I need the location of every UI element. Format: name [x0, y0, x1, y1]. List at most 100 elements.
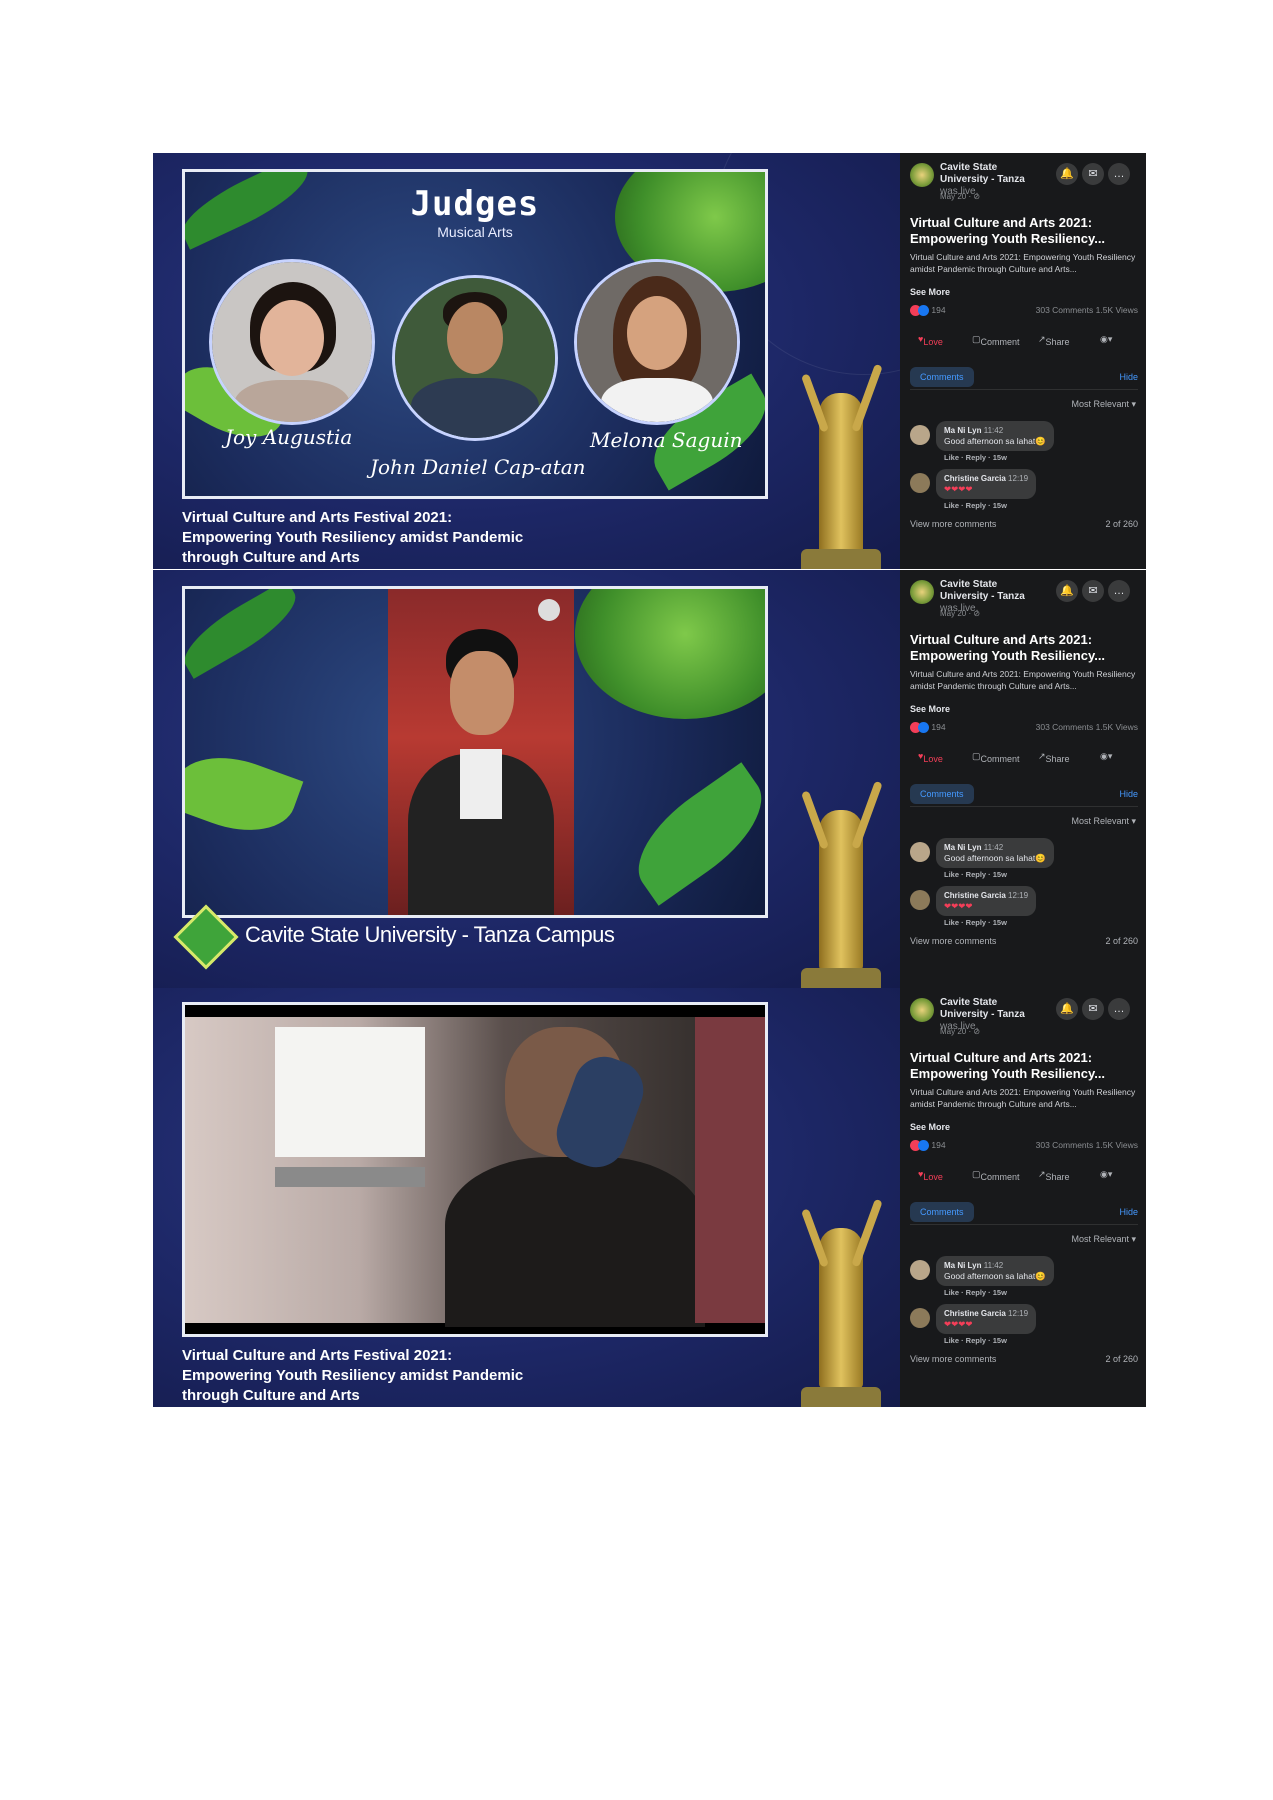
love-button[interactable]: ♥ Love	[918, 1169, 943, 1182]
comment-time: 11:42	[983, 426, 1004, 435]
comment-actions[interactable]: Like · Reply · 15w	[944, 1288, 1007, 1297]
hide-comments-link[interactable]: Hide	[1119, 789, 1138, 799]
commenter-avatar[interactable]	[910, 1260, 930, 1280]
like-reaction-icon	[918, 305, 929, 317]
festival-caption: Virtual Culture and Arts Festival 2021: …	[182, 508, 523, 568]
comment-actions[interactable]: Like · Reply · 15w	[944, 453, 1007, 462]
sort-dropdown[interactable]: Most Relevant ▾	[1071, 399, 1136, 410]
comment-author[interactable]: Christine Garcia	[944, 1309, 1006, 1318]
comments-tab-bar: Comments Hide	[910, 784, 1138, 807]
comment-text: Good afternoon sa lahat😊	[944, 853, 1046, 863]
sort-dropdown[interactable]: Most Relevant ▾	[1071, 816, 1136, 827]
reaction-count[interactable]: 194	[931, 1140, 945, 1150]
post-description: Virtual Culture and Arts 2021: Empowerin…	[910, 1087, 1136, 1109]
commenter-avatar[interactable]	[910, 842, 930, 862]
bell-icon[interactable]: 🔔	[1056, 998, 1078, 1020]
comment-count: 2 of 260	[1105, 936, 1138, 946]
post-actions: ♥ Love ▢ Comment ↗ Share ◉▾	[910, 748, 1138, 768]
comment-actions[interactable]: Like · Reply · 15w	[944, 918, 1007, 927]
comment-author[interactable]: Christine Garcia	[944, 474, 1006, 483]
screenshot-panel-2: Cavite State University - Tanza Campus C…	[153, 570, 1146, 988]
comment-actions[interactable]: Like · Reply · 15w	[944, 870, 1007, 879]
comment-time: 11:42	[983, 843, 1004, 852]
comments-tab-bar: Comments Hide	[910, 367, 1138, 390]
bell-icon[interactable]: 🔔	[1056, 580, 1078, 602]
view-more-link[interactable]: View more comments	[910, 936, 996, 946]
comment-button[interactable]: ▢ Comment	[972, 1169, 1020, 1182]
page-avatar[interactable]	[910, 580, 934, 604]
comment-text: ❤❤❤❤	[944, 901, 973, 911]
comment-author[interactable]: Ma Ni Lyn	[944, 426, 981, 435]
tree-decoration	[575, 589, 765, 719]
messenger-icon[interactable]: ✉	[1082, 580, 1104, 602]
comment-author[interactable]: Christine Garcia	[944, 891, 1006, 900]
love-button[interactable]: ♥ Love	[918, 751, 943, 764]
live-stream-view[interactable]: Cavite State University - Tanza Campus	[153, 570, 900, 988]
comment-actions[interactable]: Like · Reply · 15w	[944, 1336, 1007, 1345]
more-options-icon[interactable]: …	[1108, 163, 1130, 185]
comments-views-count[interactable]: 303 Comments 1.5K Views	[1036, 722, 1138, 732]
post-title: Virtual Culture and Arts 2021: Empowerin…	[910, 215, 1106, 246]
performer-frame	[182, 586, 768, 918]
profile-switch-icon[interactable]: ◉▾	[1100, 1169, 1112, 1180]
comment-bubble: Christine Garcia 12:19 ❤❤❤❤	[936, 886, 1037, 916]
commenter-avatar[interactable]	[910, 473, 930, 493]
live-stream-view[interactable]: Judges Musical Arts Joy Augustia John Da…	[153, 153, 900, 569]
judge-photo-3	[574, 259, 740, 425]
reaction-count[interactable]: 194	[931, 722, 945, 732]
comments-views-count[interactable]: 303 Comments 1.5K Views	[1036, 305, 1138, 315]
hide-comments-link[interactable]: Hide	[1119, 1207, 1138, 1217]
see-more-link[interactable]: See More	[910, 1122, 950, 1132]
sort-dropdown[interactable]: Most Relevant ▾	[1071, 1234, 1136, 1245]
bell-icon[interactable]: 🔔	[1056, 163, 1078, 185]
comment-time: 12:19	[1008, 1309, 1029, 1318]
more-options-icon[interactable]: …	[1108, 580, 1130, 602]
comment-time: 11:42	[983, 1261, 1004, 1270]
comments-tab-bar: Comments Hide	[910, 1202, 1138, 1225]
comment-count: 2 of 260	[1105, 519, 1138, 529]
tab-comments[interactable]: Comments	[910, 784, 974, 804]
comment-bubble: Ma Ni Lyn 11:42 Good afternoon sa lahat😊	[936, 421, 1054, 451]
love-button[interactable]: ♥ Love	[918, 334, 943, 347]
performer-video	[185, 1017, 765, 1327]
share-button[interactable]: ↗ Share	[1038, 334, 1070, 347]
comment-author[interactable]: Ma Ni Lyn	[944, 1261, 981, 1270]
share-button[interactable]: ↗ Share	[1038, 751, 1070, 764]
share-button[interactable]: ↗ Share	[1038, 1169, 1070, 1182]
see-more-link[interactable]: See More	[910, 704, 950, 714]
comments-views-count[interactable]: 303 Comments 1.5K Views	[1036, 1140, 1138, 1150]
comment-time: 12:19	[1008, 891, 1029, 900]
screenshot-panel-1: Judges Musical Arts Joy Augustia John Da…	[153, 153, 1146, 569]
judges-subtitle: Musical Arts	[437, 224, 513, 240]
commenter-avatar[interactable]	[910, 1308, 930, 1328]
messenger-icon[interactable]: ✉	[1082, 163, 1104, 185]
palm-leaf-decoration	[185, 740, 304, 848]
caption-line: through Culture and Arts	[182, 549, 360, 566]
commenter-avatar[interactable]	[910, 890, 930, 910]
messenger-icon[interactable]: ✉	[1082, 998, 1104, 1020]
view-more-link[interactable]: View more comments	[910, 1354, 996, 1364]
comment-button[interactable]: ▢ Comment	[972, 334, 1020, 347]
page-avatar[interactable]	[910, 998, 934, 1022]
comment-actions[interactable]: Like · Reply · 15w	[944, 501, 1007, 510]
tab-comments[interactable]: Comments	[910, 1202, 974, 1222]
tab-comments[interactable]: Comments	[910, 367, 974, 387]
more-options-icon[interactable]: …	[1108, 998, 1130, 1020]
comment-author[interactable]: Ma Ni Lyn	[944, 843, 981, 852]
profile-switch-icon[interactable]: ◉▾	[1100, 334, 1112, 345]
view-more-link[interactable]: View more comments	[910, 519, 996, 529]
profile-switch-icon[interactable]: ◉▾	[1100, 751, 1112, 762]
live-stream-view[interactable]: Virtual Culture and Arts Festival 2021: …	[153, 988, 900, 1407]
comment-button[interactable]: ▢ Comment	[972, 751, 1020, 764]
page-avatar[interactable]	[910, 163, 934, 187]
view-more-comments: View more comments 2 of 260	[910, 1354, 1138, 1364]
festival-caption: Virtual Culture and Arts Festival 2021: …	[182, 1346, 523, 1406]
caption-line: Empowering Youth Resiliency amidst Pande…	[182, 1367, 524, 1384]
comment-text: ❤❤❤❤	[944, 484, 973, 494]
post-date: May 20 · ⊘	[940, 192, 981, 201]
hide-comments-link[interactable]: Hide	[1119, 372, 1138, 382]
reaction-count[interactable]: 194	[931, 305, 945, 315]
see-more-link[interactable]: See More	[910, 287, 950, 297]
post-description: Virtual Culture and Arts 2021: Empowerin…	[910, 669, 1136, 691]
commenter-avatar[interactable]	[910, 425, 930, 445]
